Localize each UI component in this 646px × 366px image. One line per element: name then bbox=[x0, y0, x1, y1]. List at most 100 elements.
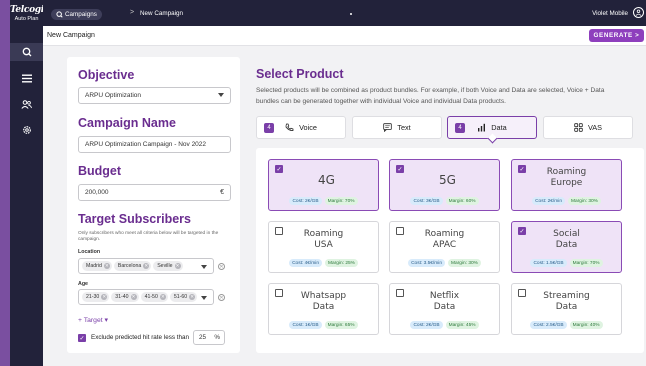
product-card-roaming-europe[interactable]: ✓ Roaming Europe Cost: 2€/min Margin: 30% bbox=[511, 159, 622, 211]
chevron-down-icon bbox=[218, 93, 224, 97]
margin-tag: Margin: 40% bbox=[569, 321, 603, 329]
cost-tag: Cost: 4€/min bbox=[289, 259, 322, 267]
campaign-name-title: Campaign Name bbox=[78, 116, 176, 130]
product-name: 4G bbox=[318, 173, 335, 187]
generate-button[interactable]: GENERATE > bbox=[589, 29, 644, 42]
close-icon[interactable]: ✕ bbox=[189, 294, 196, 300]
cost-tag: Cost: 2€/min bbox=[532, 197, 565, 205]
product-checkbox[interactable] bbox=[396, 227, 404, 235]
location-label: Location bbox=[78, 249, 101, 255]
clear-location-icon[interactable]: ✕ bbox=[218, 263, 225, 270]
product-checkbox[interactable]: ✓ bbox=[518, 227, 526, 235]
product-checkbox[interactable] bbox=[275, 227, 283, 235]
sidebar-item-list[interactable] bbox=[10, 69, 43, 87]
breadcrumb-campaigns[interactable]: Campaigns bbox=[51, 9, 102, 20]
campaign-name-input[interactable]: ARPU Optimization Campaign - Nov 2022 bbox=[78, 136, 231, 153]
product-card-netflix-data[interactable]: Netflix Data Cost: 2€/GB Margin: 45% bbox=[389, 283, 500, 335]
tab-text[interactable]: Text bbox=[352, 116, 442, 139]
product-checkbox[interactable] bbox=[275, 289, 283, 297]
age-chip[interactable]: 31-40 ✕ bbox=[111, 292, 139, 302]
campaigns-icon bbox=[56, 11, 63, 18]
product-checkbox[interactable]: ✓ bbox=[518, 165, 526, 173]
tab-vas[interactable]: VAS bbox=[543, 116, 633, 139]
sidebar-item-campaigns[interactable] bbox=[10, 43, 43, 61]
cost-tag: Cost: 1€/GB bbox=[289, 321, 322, 329]
hit-rate-value: 25 bbox=[199, 334, 207, 341]
margin-tag: Margin: 70% bbox=[569, 259, 603, 267]
product-card-whatsapp-data[interactable]: Whatsapp Data Cost: 1€/GB Margin: 65% bbox=[268, 283, 379, 335]
product-name: Roaming USA bbox=[303, 229, 344, 250]
app-frame: Telcogi Auto Plan Campaigns > New Campai… bbox=[10, 0, 646, 366]
breadcrumb-separator: > bbox=[130, 9, 135, 16]
location-chip[interactable]: Madrid ✕ bbox=[82, 261, 112, 271]
voice-count-badge: 4 bbox=[264, 123, 274, 133]
product-card-social-data[interactable]: ✓ Social Data Cost: 1.5€/GB Margin: 70% bbox=[511, 221, 622, 273]
product-card-4g[interactable]: ✓ 4G Cost: 2€/GB Margin: 70% bbox=[268, 159, 379, 211]
user-avatar-icon[interactable] bbox=[633, 7, 644, 18]
product-name: Roaming APAC bbox=[424, 229, 465, 250]
chevron-down-icon bbox=[201, 265, 207, 269]
user-name[interactable]: Violet Mobile bbox=[592, 10, 628, 17]
tab-data[interactable]: 4 Data bbox=[447, 116, 537, 144]
product-checkbox[interactable] bbox=[518, 289, 526, 297]
margin-tag: Margin: 65% bbox=[324, 321, 358, 329]
close-icon[interactable]: ✕ bbox=[174, 263, 181, 269]
product-checkbox[interactable]: ✓ bbox=[396, 165, 404, 173]
add-target-button[interactable]: + Target ▾ bbox=[78, 316, 108, 324]
settings-icon bbox=[22, 126, 31, 134]
product-checkbox[interactable] bbox=[396, 289, 404, 297]
margin-tag: Margin: 45% bbox=[445, 321, 479, 329]
location-chip[interactable]: Barcelona ✕ bbox=[113, 261, 152, 271]
product-card-5g[interactable]: ✓ 5G Cost: 3€/GB Margin: 60% bbox=[389, 159, 500, 211]
clear-age-icon[interactable]: ✕ bbox=[218, 294, 225, 301]
close-icon[interactable]: ✕ bbox=[143, 263, 150, 269]
target-subscribers-title: Target Subscribers bbox=[78, 212, 192, 226]
product-card-roaming-apac[interactable]: Roaming APAC Cost: 3.5€/min Margin: 30% bbox=[389, 221, 500, 273]
budget-input[interactable]: 200,000 € bbox=[78, 184, 231, 201]
tab-voice-label: Voice bbox=[299, 123, 317, 132]
age-multiselect[interactable]: 21-30 ✕ 31-40 ✕ 41-50 ✕ 51-60 ✕ bbox=[78, 289, 214, 305]
cost-tag: Cost: 2€/GB bbox=[289, 197, 322, 205]
age-chip[interactable]: 21-30 ✕ bbox=[82, 292, 110, 302]
location-chip[interactable]: Seville ✕ bbox=[153, 261, 183, 271]
tab-text-label: Text bbox=[397, 123, 411, 132]
data-count-badge: 4 bbox=[455, 123, 465, 133]
product-name: Social Data bbox=[553, 229, 580, 250]
status-dot bbox=[350, 13, 352, 15]
product-card-streaming-data[interactable]: Streaming Data Cost: 2.5€/GB Margin: 40% bbox=[511, 283, 622, 335]
close-icon[interactable]: ✕ bbox=[130, 294, 137, 300]
margin-tag: Margin: 30% bbox=[448, 259, 481, 267]
age-chip[interactable]: 41-50 ✕ bbox=[140, 292, 168, 302]
close-icon[interactable]: ✕ bbox=[101, 294, 108, 300]
product-grid: ✓ 4G Cost: 2€/GB Margin: 70% ✓ 5G Cost: 3… bbox=[256, 148, 644, 353]
logo-subtitle: Auto Plan bbox=[14, 16, 39, 22]
product-name: 5G bbox=[439, 173, 456, 187]
exclude-label: Exclude predicted hit rate less than bbox=[91, 334, 190, 341]
campaign-name-value: ARPU Optimization Campaign - Nov 2022 bbox=[85, 141, 207, 148]
tab-voice[interactable]: 4 Voice bbox=[256, 116, 346, 139]
close-icon[interactable]: ✕ bbox=[103, 263, 110, 269]
age-label: Age bbox=[78, 281, 89, 287]
product-checkbox[interactable]: ✓ bbox=[275, 165, 283, 173]
cost-tag: Cost: 2.5€/GB bbox=[530, 321, 567, 329]
exclude-checkbox[interactable]: ✓ bbox=[78, 334, 86, 342]
close-icon[interactable]: ✕ bbox=[159, 294, 166, 300]
budget-value: 200,000 bbox=[85, 189, 109, 196]
breadcrumb-current: New Campaign bbox=[140, 10, 184, 17]
location-multiselect[interactable]: Madrid ✕ Barcelona ✕ Seville ✕ bbox=[78, 258, 214, 274]
objective-value: ARPU Optimization bbox=[85, 92, 141, 99]
users-icon bbox=[21, 99, 32, 109]
app-logo[interactable]: Telcogi Auto Plan bbox=[10, 5, 44, 22]
select-product-title: Select Product bbox=[256, 67, 344, 81]
message-icon bbox=[383, 123, 392, 132]
sidebar-item-users[interactable] bbox=[10, 95, 43, 113]
currency-symbol: € bbox=[220, 189, 224, 196]
budget-title: Budget bbox=[78, 164, 122, 178]
cost-tag: Cost: 3.5€/min bbox=[408, 259, 445, 267]
sidebar-item-settings[interactable] bbox=[10, 121, 43, 139]
age-chip[interactable]: 51-60 ✕ bbox=[169, 292, 198, 302]
objective-select[interactable]: ARPU Optimization bbox=[78, 87, 231, 104]
product-card-roaming-usa[interactable]: Roaming USA Cost: 4€/min Margin: 25% bbox=[268, 221, 379, 273]
hit-rate-input[interactable]: 25 % bbox=[193, 330, 225, 345]
tab-vas-label: VAS bbox=[587, 123, 603, 132]
